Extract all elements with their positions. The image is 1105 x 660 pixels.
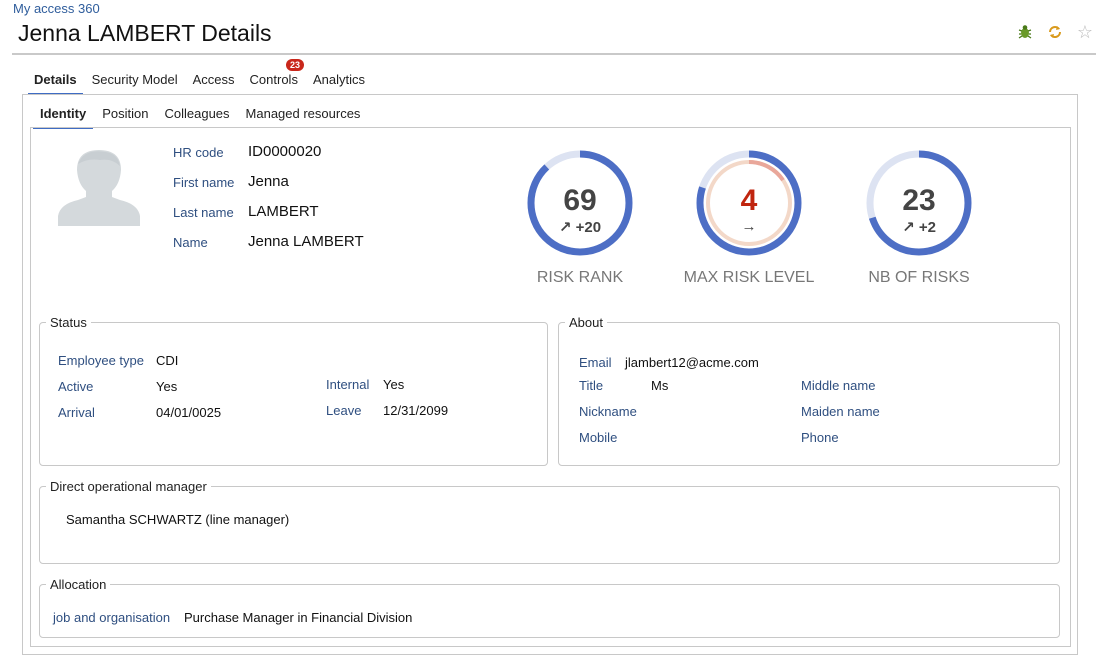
name-label: Name bbox=[173, 235, 208, 250]
manager-legend: Direct operational manager bbox=[50, 479, 207, 494]
tab-security-model[interactable]: Security Model bbox=[86, 70, 184, 95]
hr-code-label: HR code bbox=[173, 145, 224, 160]
mobile-label: Mobile bbox=[579, 430, 618, 445]
tab-access[interactable]: Access bbox=[187, 70, 241, 95]
active-label: Active bbox=[58, 379, 94, 394]
risk-rank-caption: RISK RANK bbox=[536, 269, 624, 286]
tab-identity[interactable]: Identity bbox=[33, 105, 94, 129]
avatar bbox=[56, 146, 142, 226]
tab-colleagues[interactable]: Colleagues bbox=[157, 105, 236, 129]
middle-name-label: Middle name bbox=[801, 378, 876, 393]
tab-managed-resources[interactable]: Managed resources bbox=[239, 105, 368, 129]
job-organisation-label: job and organisation bbox=[53, 610, 171, 625]
tab-controls[interactable]: Controls 23 bbox=[244, 59, 304, 95]
first-name-label: First name bbox=[173, 175, 235, 190]
sub-tabs: Identity Position Colleagues Managed res… bbox=[33, 105, 369, 129]
phone-label: Phone bbox=[801, 430, 839, 445]
name-value: Jenna LAMBERT bbox=[248, 233, 364, 250]
email-label: Email bbox=[579, 355, 612, 370]
internal-label: Internal bbox=[326, 377, 370, 392]
star-icon[interactable]: ☆ bbox=[1075, 22, 1095, 42]
active-value: Yes bbox=[156, 379, 178, 394]
nb-of-risks-delta: ↗ +2 bbox=[864, 218, 974, 236]
controls-count-badge: 23 bbox=[285, 59, 304, 71]
maiden-name-label: Maiden name bbox=[801, 404, 880, 419]
bug-icon[interactable] bbox=[1015, 22, 1035, 42]
risk-rank-delta: ↗ +20 bbox=[525, 218, 635, 236]
title-divider bbox=[12, 53, 1096, 55]
first-name-value: Jenna bbox=[248, 173, 289, 190]
leave-value: 12/31/2099 bbox=[383, 403, 449, 418]
email-value[interactable]: jlambert12@acme.com bbox=[625, 355, 759, 370]
tab-analytics[interactable]: Analytics bbox=[307, 70, 371, 95]
page-title: Jenna LAMBERT Details bbox=[18, 20, 272, 46]
trend-flat-icon: → bbox=[741, 218, 757, 235]
nb-of-risks-value: 23 bbox=[902, 184, 936, 217]
trend-up-icon: ↗ bbox=[558, 219, 572, 236]
employee-type-value: CDI bbox=[156, 353, 179, 368]
nb-of-risks-caption: NB OF RISKS bbox=[868, 269, 970, 286]
nb-of-risks-delta-value: +2 bbox=[918, 219, 936, 236]
max-risk-level-value: 4 bbox=[740, 184, 758, 217]
risk-rank-value: 69 bbox=[563, 184, 597, 217]
job-organisation-value[interactable]: Purchase Manager in Financial Division bbox=[184, 610, 412, 625]
nickname-label: Nickname bbox=[579, 404, 637, 419]
main-tabs: Details Security Model Access Controls 23… bbox=[28, 59, 374, 95]
last-name-label: Last name bbox=[173, 205, 234, 220]
tab-position[interactable]: Position bbox=[95, 105, 155, 129]
about-legend: About bbox=[569, 315, 603, 330]
internal-value: Yes bbox=[383, 377, 405, 392]
status-legend: Status bbox=[50, 315, 87, 330]
breadcrumb[interactable]: My access 360 bbox=[13, 1, 100, 16]
last-name-value: LAMBERT bbox=[248, 203, 319, 220]
arrival-label: Arrival bbox=[58, 405, 95, 420]
tab-controls-label: Controls bbox=[249, 72, 298, 87]
manager-value[interactable]: Samantha SCHWARTZ (line manager) bbox=[66, 512, 289, 527]
hr-code-value: ID0000020 bbox=[248, 143, 322, 160]
header-actions: ☆ bbox=[1015, 22, 1095, 42]
title-label: Title bbox=[579, 378, 604, 393]
allocation-box: Allocation bbox=[39, 577, 1060, 638]
leave-label: Leave bbox=[326, 403, 362, 418]
max-risk-level-caption: MAX RISK LEVEL bbox=[683, 269, 815, 286]
status-box: Status bbox=[39, 315, 548, 466]
risk-rank-delta-value: +20 bbox=[575, 219, 602, 236]
allocation-legend: Allocation bbox=[50, 577, 107, 592]
title-value: Ms bbox=[651, 378, 669, 393]
tab-details[interactable]: Details bbox=[28, 70, 83, 95]
employee-type-label: Employee type bbox=[58, 353, 144, 368]
arrival-value: 04/01/0025 bbox=[156, 405, 222, 420]
trend-up-icon: ↗ bbox=[902, 219, 915, 236]
sync-icon[interactable] bbox=[1045, 22, 1065, 42]
